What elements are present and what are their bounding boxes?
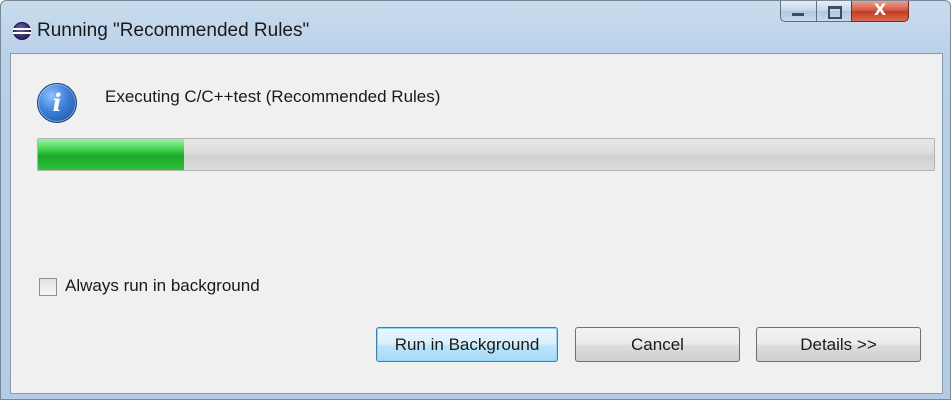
close-icon: X — [873, 0, 887, 19]
dialog-window: Running "Recommended Rules" X i Executin… — [0, 0, 951, 400]
info-icon: i — [37, 83, 77, 123]
always-background-checkbox[interactable] — [39, 278, 57, 296]
progress-fill — [38, 139, 185, 170]
dialog-content: i Executing C/C++test (Recommended Rules… — [10, 53, 943, 394]
maximize-button[interactable] — [816, 1, 853, 22]
close-button[interactable]: X — [851, 1, 909, 22]
maximize-icon — [828, 6, 842, 19]
eclipse-icon — [13, 22, 31, 40]
always-background-label[interactable]: Always run in background — [65, 276, 260, 296]
window-title: Running "Recommended Rules" — [37, 20, 310, 41]
details-button[interactable]: Details >> — [756, 327, 921, 362]
status-message: Executing C/C++test (Recommended Rules) — [105, 87, 441, 106]
info-glyph: i — [52, 88, 62, 117]
progress-bar — [37, 138, 935, 171]
title-bar[interactable]: Running "Recommended Rules" X — [1, 1, 950, 53]
cancel-button[interactable]: Cancel — [575, 327, 740, 362]
run-in-background-button[interactable]: Run in Background — [376, 327, 558, 362]
minimize-button[interactable] — [780, 1, 818, 22]
minimize-icon — [792, 13, 804, 16]
